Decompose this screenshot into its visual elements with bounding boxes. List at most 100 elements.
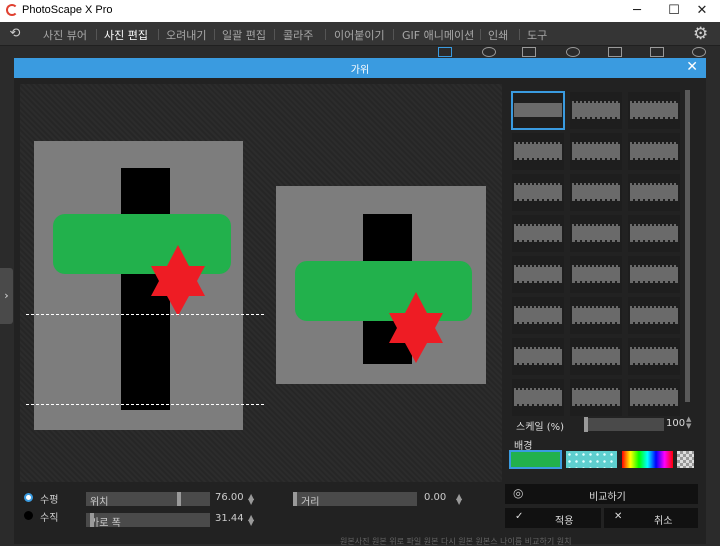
cut-style-tile[interactable] — [570, 256, 622, 293]
cut-style-tile[interactable] — [570, 133, 622, 170]
result-image — [276, 186, 486, 384]
cut-style-tile[interactable] — [628, 174, 680, 211]
apply-button[interactable]: ✓ 적용 — [505, 508, 601, 528]
view-tool-icon[interactable] — [692, 47, 706, 57]
tile-band — [572, 103, 620, 117]
cut-style-tile[interactable] — [512, 215, 564, 252]
tile-edge-top — [630, 183, 678, 186]
position-slider[interactable]: 위치 — [86, 492, 210, 508]
menu-photo-editor[interactable]: 사진 편집 — [104, 27, 148, 43]
dialog-title: 가위 — [350, 65, 370, 76]
tile-edge-top — [514, 183, 562, 186]
menu-batch[interactable]: 일괄 편집 — [222, 27, 266, 43]
horizontal-radio[interactable] — [24, 493, 33, 502]
cut-style-tile[interactable] — [511, 91, 565, 130]
distance-spinner-icon[interactable]: ▲ ▼ — [456, 493, 462, 506]
tile-band — [572, 349, 620, 363]
crop-tool-icon[interactable] — [650, 47, 664, 57]
grid-scrollbar[interactable] — [685, 90, 690, 402]
distance-slider-thumb[interactable] — [293, 492, 297, 506]
cut-style-tile[interactable] — [570, 92, 622, 129]
cut-style-tile[interactable] — [628, 133, 680, 170]
scale-slider-thumb[interactable] — [584, 417, 588, 432]
background-swatch-transparent[interactable] — [677, 451, 694, 468]
menu-collage[interactable]: 콜라주 — [283, 27, 313, 43]
menu-gif-animation[interactable]: GIF 애니메이션 — [402, 27, 474, 43]
cut-style-tile[interactable] — [570, 338, 622, 375]
cut-style-tile[interactable] — [570, 297, 622, 334]
menu-photo-viewer[interactable]: 사진 뷰어 — [43, 27, 87, 43]
tile-band — [572, 144, 620, 158]
cut-style-tile[interactable] — [628, 215, 680, 252]
tile-edge-bottom — [514, 403, 562, 406]
cut-style-tile[interactable] — [570, 174, 622, 211]
compare-icon: ◎ — [513, 486, 524, 500]
image-tool-icon[interactable] — [608, 47, 622, 57]
tile-edge-bottom — [514, 157, 562, 160]
cut-style-tile[interactable] — [512, 379, 564, 416]
cut-style-tile[interactable] — [512, 174, 564, 211]
home-icon[interactable]: ⟲ — [7, 26, 23, 42]
position-label: 위치 — [90, 497, 109, 508]
close-window-button[interactable]: ✕ — [680, 0, 720, 22]
tile-band — [514, 103, 562, 117]
distance-value[interactable]: 0.00 — [424, 492, 446, 503]
cut-style-tile[interactable] — [570, 215, 622, 252]
circle-tool-icon[interactable] — [482, 47, 496, 57]
background-swatch-rainbow[interactable] — [622, 451, 673, 468]
width-slider[interactable]: 가로 폭 — [86, 513, 210, 529]
cut-style-tile[interactable] — [570, 379, 622, 416]
edit-tool-icon[interactable] — [438, 47, 452, 57]
cut-style-tile[interactable] — [512, 256, 564, 293]
cancel-button[interactable]: ✕ 취소 — [604, 508, 698, 528]
tile-edge-top — [572, 224, 620, 227]
tile-edge-top — [572, 265, 620, 268]
frame-tool-icon[interactable] — [522, 47, 536, 57]
menu-cut-out[interactable]: 오려내기 — [166, 27, 206, 43]
expand-panel-button[interactable]: › — [0, 268, 13, 324]
cut-style-tile[interactable] — [628, 379, 680, 416]
tile-edge-bottom — [572, 321, 620, 324]
background-swatch-green[interactable] — [509, 450, 562, 469]
width-slider-thumb[interactable] — [90, 513, 94, 527]
tile-band — [572, 390, 620, 404]
dialog-close-button[interactable]: ✕ — [686, 59, 698, 75]
cut-line-bottom[interactable] — [26, 404, 264, 405]
scale-value[interactable]: 100 — [666, 418, 685, 429]
cut-style-tile[interactable] — [512, 133, 564, 170]
cut-style-tile[interactable] — [628, 256, 680, 293]
tile-edge-bottom — [514, 239, 562, 242]
cut-line-top[interactable] — [26, 314, 264, 315]
tile-edge-top — [630, 142, 678, 145]
cancel-icon: ✕ — [614, 511, 623, 522]
cut-style-tile[interactable] — [628, 92, 680, 129]
width-value[interactable]: 31.44 — [215, 513, 244, 524]
original-image-art — [53, 168, 231, 410]
tile-edge-bottom — [514, 198, 562, 201]
result-image-art — [295, 214, 472, 364]
width-spinner-icon[interactable]: ▲ ▼ — [248, 514, 254, 527]
tile-edge-bottom — [572, 362, 620, 365]
cut-style-tile[interactable] — [628, 297, 680, 334]
tile-edge-bottom — [514, 280, 562, 283]
scale-spinner-icon[interactable]: ▲ ▼ — [686, 416, 691, 430]
tile-edge-bottom — [630, 403, 678, 406]
cut-style-grid — [510, 88, 686, 418]
cut-style-tile[interactable] — [512, 338, 564, 375]
light-tool-icon[interactable] — [566, 47, 580, 57]
compare-button[interactable]: ◎ 비교하기 — [505, 484, 698, 504]
position-slider-thumb[interactable] — [177, 492, 181, 506]
vertical-radio[interactable] — [24, 511, 33, 520]
cut-style-tile[interactable] — [628, 338, 680, 375]
scale-slider[interactable] — [584, 418, 664, 431]
menu-combine[interactable]: 이어붙이기 — [334, 27, 385, 43]
menu-tools[interactable]: 도구 — [527, 27, 547, 43]
distance-slider[interactable]: 거리 — [293, 492, 417, 508]
position-value[interactable]: 76.00 — [215, 492, 244, 503]
tile-band — [514, 267, 562, 281]
menu-print[interactable]: 인쇄 — [488, 27, 508, 43]
position-spinner-icon[interactable]: ▲ ▼ — [248, 493, 254, 506]
background-swatch-dots[interactable] — [566, 451, 617, 468]
gear-icon[interactable]: ⚙ — [693, 24, 708, 44]
cut-style-tile[interactable] — [512, 297, 564, 334]
